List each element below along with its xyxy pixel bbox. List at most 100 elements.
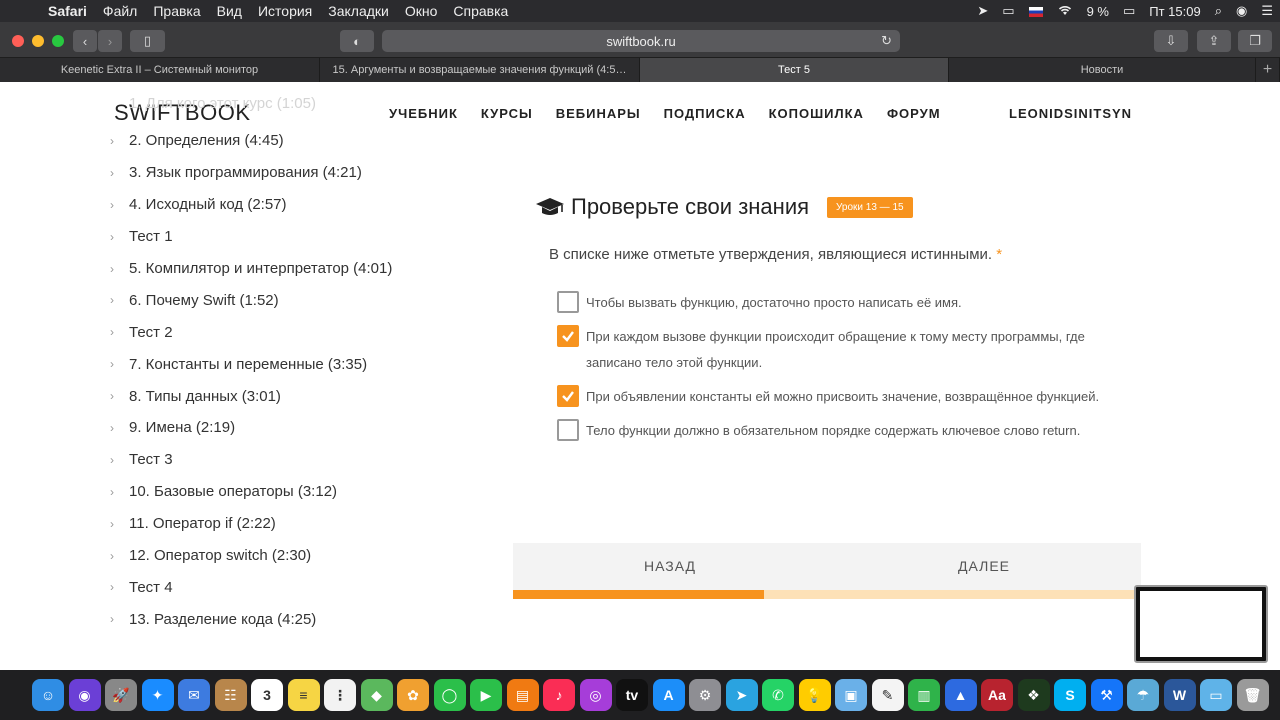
launchpad-icon[interactable]: 🚀 xyxy=(105,679,137,711)
address-bar[interactable]: swiftbook.ru ↻ xyxy=(382,30,900,52)
checkbox-checked[interactable] xyxy=(557,385,579,407)
lesson-item[interactable]: › Тест 2 xyxy=(110,316,490,348)
keynote-icon[interactable]: ▲ xyxy=(944,679,977,711)
back-icon[interactable]: ‹ xyxy=(73,30,97,52)
share-icon[interactable]: ⇪ xyxy=(1197,30,1231,52)
nav-koposhilka[interactable]: КОПОШИЛКА xyxy=(769,106,864,121)
finder-icon[interactable]: ☺ xyxy=(32,679,64,711)
lesson-item[interactable]: › 6. Почему Swift (1:52) xyxy=(110,284,490,316)
shield-icon[interactable]: ◐ xyxy=(340,30,374,52)
tab-functions[interactable]: 15. Аргументы и возвращаемые значения фу… xyxy=(320,58,640,82)
russia-flag-icon[interactable] xyxy=(1022,4,1050,19)
siri-icon[interactable]: ◉ xyxy=(68,679,101,711)
word-icon[interactable]: W xyxy=(1163,679,1196,711)
answer-option[interactable]: Чтобы вызвать функцию, достаточно просто… xyxy=(557,290,1117,316)
menu-history[interactable]: История xyxy=(250,3,320,19)
safari-icon[interactable]: ✦ xyxy=(141,679,174,711)
location-icon[interactable]: ➤ xyxy=(970,3,995,19)
lesson-item[interactable]: › 8. Типы данных (3:01) xyxy=(110,380,490,412)
lesson-item[interactable]: › Тест 4 xyxy=(110,571,490,603)
display-icon[interactable]: ▭ xyxy=(995,3,1021,19)
mail-stamp-icon[interactable]: ✉ xyxy=(178,679,210,711)
calendar-icon[interactable]: 3 xyxy=(251,679,283,711)
dictionary-icon[interactable]: Aa xyxy=(981,679,1013,711)
lesson-item[interactable]: › 10. Базовые операторы (3:12) xyxy=(110,476,490,508)
contacts-icon[interactable]: ☷ xyxy=(214,679,247,711)
tab-news[interactable]: Новости xyxy=(949,58,1256,82)
maps-icon[interactable]: ◆ xyxy=(360,679,393,711)
messages-icon[interactable]: ◯ xyxy=(433,679,466,711)
battery-icon[interactable]: ▭ xyxy=(1116,3,1142,19)
apple-tv-icon[interactable]: tv xyxy=(616,679,648,711)
minimize-window-button[interactable] xyxy=(32,35,44,47)
reminders-icon[interactable]: ⋮ xyxy=(324,679,356,711)
lesson-item[interactable]: › 4. Исходный код (2:57) xyxy=(110,189,490,221)
system-preferences-icon[interactable]: ⚙ xyxy=(689,679,721,711)
tab-test-5[interactable]: Тест 5 xyxy=(640,58,949,82)
close-window-button[interactable] xyxy=(12,35,24,47)
downloads-icon[interactable]: ⇩ xyxy=(1154,30,1188,52)
checkbox-checked[interactable] xyxy=(557,325,579,347)
list-icon[interactable]: ☰ xyxy=(1254,3,1280,19)
tabs-overview-icon[interactable]: ❐ xyxy=(1238,30,1272,52)
clock[interactable]: Пт 15:09 xyxy=(1142,4,1207,19)
sidebar-toggle-icon[interactable]: ▯ xyxy=(130,30,165,52)
answer-option[interactable]: Тело функции должно в обязательном поряд… xyxy=(557,418,1117,444)
back-button[interactable]: НАЗАД xyxy=(513,543,827,589)
whatsapp-icon[interactable]: ✆ xyxy=(762,679,794,711)
lesson-item[interactable]: › 2. Определения (4:45) xyxy=(110,125,490,157)
checkbox[interactable] xyxy=(557,419,579,441)
activity-monitor-icon[interactable]: ❖ xyxy=(1017,679,1050,711)
lesson-item[interactable]: › 11. Оператор if (2:22) xyxy=(110,508,490,540)
tips-icon[interactable]: 💡 xyxy=(798,679,831,711)
menu-view[interactable]: Вид xyxy=(209,3,250,19)
user-menu[interactable]: LEONIDSINITSYN xyxy=(1009,106,1132,121)
nav-subscription[interactable]: ПОДПИСКА xyxy=(664,106,746,121)
photos-icon[interactable]: ✿ xyxy=(397,679,429,711)
nav-webinars[interactable]: ВЕБИНАРЫ xyxy=(556,106,641,121)
lesson-item-faded[interactable]: 1. Для кого этот курс (1:05) xyxy=(110,93,316,113)
menu-file[interactable]: Файл xyxy=(95,3,145,19)
forward-icon[interactable]: › xyxy=(98,30,122,52)
new-tab-button[interactable]: + xyxy=(1256,58,1280,82)
app-store-icon[interactable]: A xyxy=(652,679,685,711)
trash-icon[interactable]: 🗑 xyxy=(1236,679,1269,711)
answer-option[interactable]: При каждом вызове функции происходит обр… xyxy=(557,324,1117,376)
menu-help[interactable]: Справка xyxy=(445,3,516,19)
preview-icon[interactable]: ▣ xyxy=(835,679,867,711)
lesson-item[interactable]: › 5. Компилятор и интерпретатор (4:01) xyxy=(110,253,490,285)
next-button[interactable]: ДАЛЕЕ xyxy=(827,543,1141,589)
battery-percent[interactable]: 9 % xyxy=(1080,4,1116,19)
lesson-item[interactable]: › 7. Константы и переменные (3:35) xyxy=(110,348,490,380)
answer-option[interactable]: При объявлении константы ей можно присво… xyxy=(557,384,1117,410)
lesson-item[interactable]: › 9. Имена (2:19) xyxy=(110,412,490,444)
numbers-icon[interactable]: ▥ xyxy=(908,679,940,711)
telegram-icon[interactable]: ➤ xyxy=(725,679,758,711)
reload-icon[interactable]: ↻ xyxy=(881,33,892,49)
nav-forum[interactable]: ФОРУМ xyxy=(887,106,941,121)
nav-textbook[interactable]: УЧЕБНИК xyxy=(389,106,458,121)
network-utility-icon[interactable]: ☂ xyxy=(1127,679,1159,711)
skype-icon[interactable]: S xyxy=(1054,679,1086,711)
menu-window[interactable]: Окно xyxy=(397,3,446,19)
lesson-item[interactable]: › 13. Разделение кода (4:25) xyxy=(110,603,490,635)
screenshot-thumbnail[interactable] xyxy=(1134,585,1268,663)
zoom-window-button[interactable] xyxy=(52,35,64,47)
facetime-icon[interactable]: ▶ xyxy=(470,679,502,711)
music-icon[interactable]: ♪ xyxy=(543,679,575,711)
menu-safari[interactable]: Safari xyxy=(40,3,95,19)
checkbox[interactable] xyxy=(557,291,579,313)
menu-bookmarks[interactable]: Закладки xyxy=(320,3,397,19)
books-icon[interactable]: ▤ xyxy=(506,679,539,711)
nav-courses[interactable]: КУРСЫ xyxy=(481,106,533,121)
textedit-icon[interactable]: ✎ xyxy=(871,679,904,711)
xcode-icon[interactable]: ⚒ xyxy=(1090,679,1123,711)
downloads-folder-icon[interactable]: ▭ xyxy=(1200,679,1232,711)
lesson-item[interactable]: › Тест 1 xyxy=(110,221,490,253)
lesson-item[interactable]: › 3. Язык программирования (4:21) xyxy=(110,157,490,189)
siri-icon[interactable]: ◉ xyxy=(1229,3,1254,19)
lesson-item[interactable]: › Тест 3 xyxy=(110,444,490,476)
notes-icon[interactable]: ≡ xyxy=(287,679,320,711)
lesson-item[interactable]: › 12. Оператор switch (2:30) xyxy=(110,540,490,572)
menu-edit[interactable]: Правка xyxy=(145,3,208,19)
